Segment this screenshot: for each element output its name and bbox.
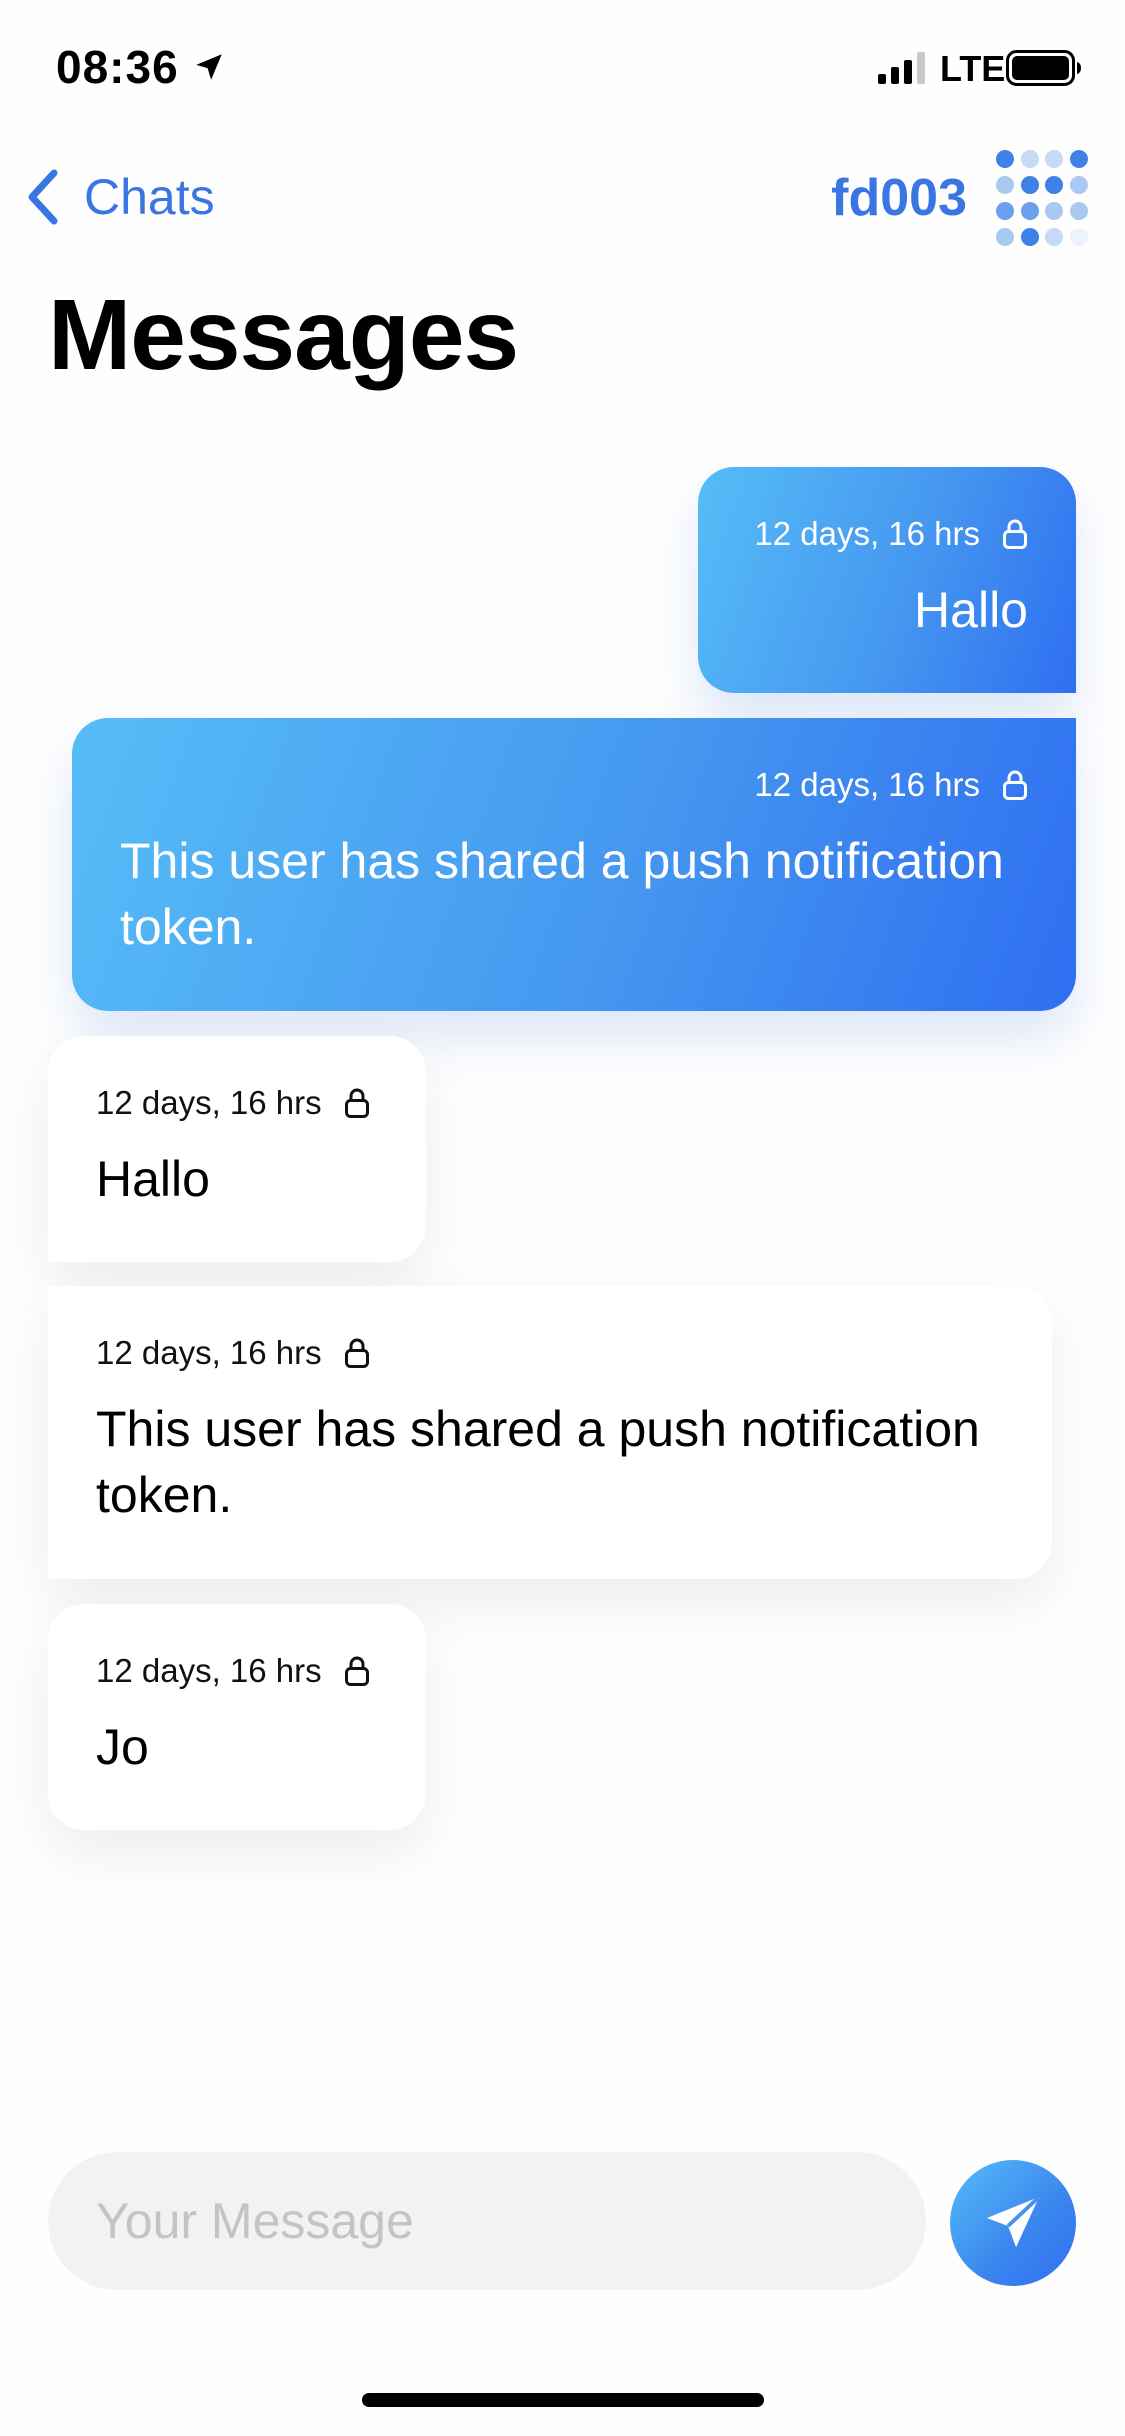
battery-icon: [1006, 50, 1081, 86]
status-bar: 08:36 LTE: [0, 0, 1125, 140]
outgoing-message[interactable]: 12 days, 16 hrs This user has shared a p…: [72, 718, 1076, 1011]
contact-header[interactable]: fd003: [831, 148, 1091, 248]
status-time: 08:36: [56, 41, 179, 93]
message-text: Hallo: [914, 582, 1028, 638]
message-meta: 12 days, 16 hrs: [120, 762, 1028, 808]
lock-icon: [1003, 770, 1027, 800]
location-arrow-icon: [196, 54, 222, 80]
chevron-left-icon: [28, 169, 58, 225]
back-to-chats-button[interactable]: Chats: [22, 162, 215, 232]
message-meta: 12 days, 16 hrs: [746, 511, 1028, 557]
incoming-message[interactable]: 12 days, 16 hrs This user has shared a p…: [48, 1286, 1052, 1579]
lock-icon: [344, 1088, 369, 1118]
home-indicator: [362, 2393, 764, 2407]
message-input[interactable]: [48, 2152, 926, 2290]
lock-icon: [344, 1338, 369, 1368]
message-text: Hallo: [96, 1151, 210, 1207]
message-meta: 12 days, 16 hrs: [96, 1080, 378, 1126]
message-meta: 12 days, 16 hrs: [96, 1648, 378, 1694]
send-button[interactable]: [950, 2160, 1076, 2286]
network-type-label: LTE: [940, 48, 1006, 89]
contact-name: fd003: [831, 169, 967, 227]
message-text: Jo: [96, 1719, 149, 1775]
page-title: Messages: [48, 279, 519, 391]
cellular-signal-icon: [878, 52, 925, 84]
message-timestamp: 12 days, 16 hrs: [96, 1084, 322, 1121]
back-label: Chats: [84, 169, 215, 225]
outgoing-message[interactable]: 12 days, 16 hrs Hallo: [698, 467, 1076, 693]
chat-screen: 08:36 LTE Chats fd003 Messages 12 days, …: [0, 0, 1125, 2436]
message-timestamp: 12 days, 16 hrs: [754, 515, 980, 552]
lock-icon: [1003, 519, 1027, 549]
incoming-message[interactable]: 12 days, 16 hrs Hallo: [48, 1036, 426, 1262]
message-text: This user has shared a push notification…: [96, 1401, 980, 1523]
lock-icon: [344, 1656, 369, 1686]
message-timestamp: 12 days, 16 hrs: [96, 1652, 322, 1689]
incoming-message[interactable]: 12 days, 16 hrs Jo: [48, 1604, 426, 1830]
message-meta: 12 days, 16 hrs: [96, 1330, 1004, 1376]
paper-plane-icon: [986, 2195, 1041, 2248]
message-text: This user has shared a push notification…: [120, 833, 1004, 955]
dot-grid-avatar-icon: [996, 150, 1088, 246]
message-timestamp: 12 days, 16 hrs: [754, 766, 980, 803]
message-timestamp: 12 days, 16 hrs: [96, 1334, 322, 1371]
